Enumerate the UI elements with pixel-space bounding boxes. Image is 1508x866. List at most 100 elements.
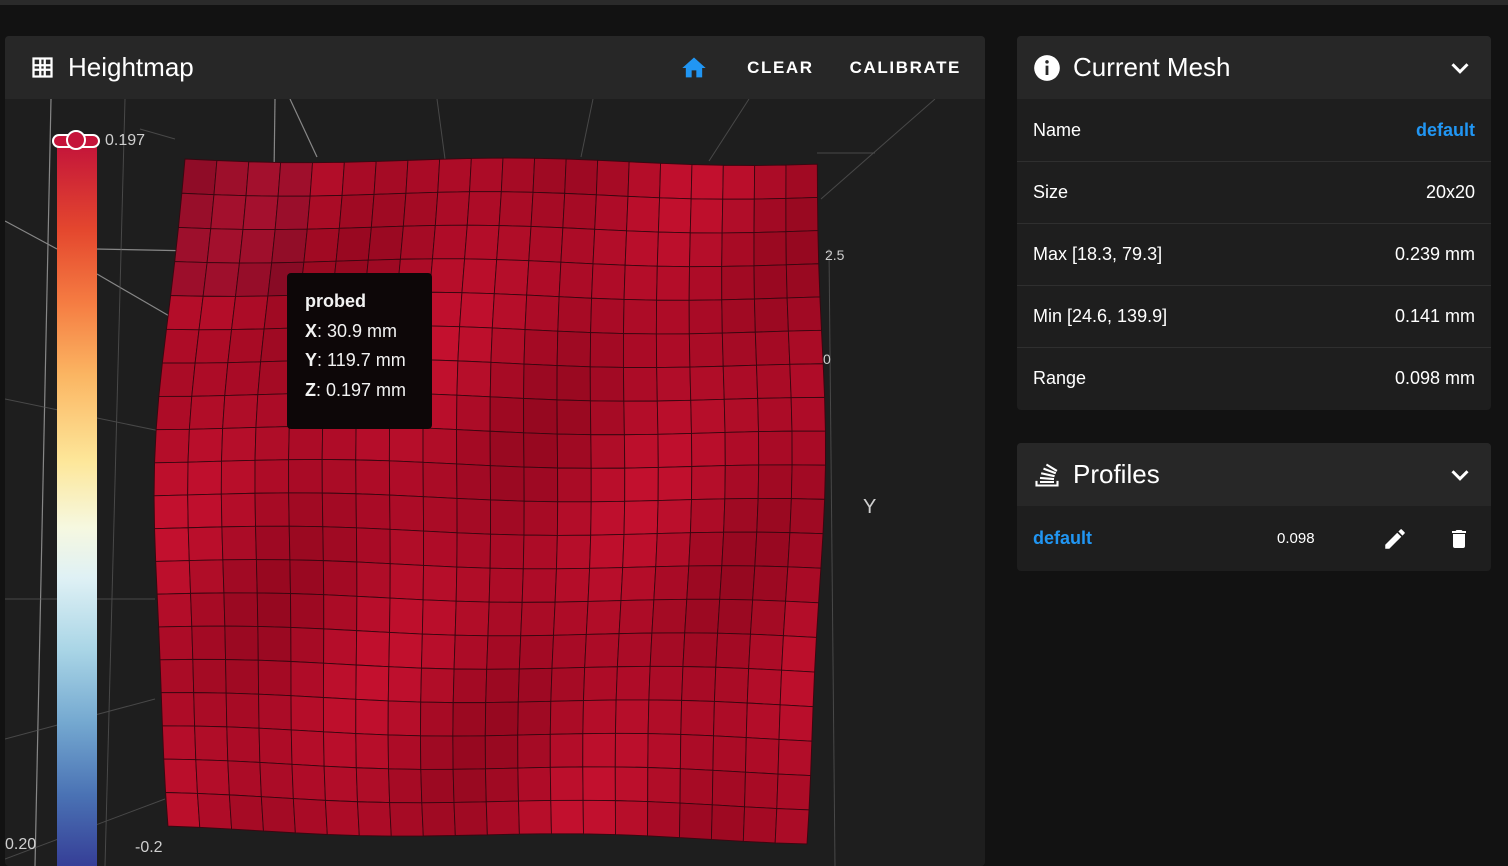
mesh-cell[interactable] bbox=[589, 400, 625, 436]
mesh-cell[interactable] bbox=[777, 738, 813, 777]
mesh-cell[interactable] bbox=[648, 665, 684, 701]
mesh-cell[interactable] bbox=[680, 699, 715, 737]
mesh-cell[interactable] bbox=[647, 801, 681, 838]
mesh-cell[interactable] bbox=[338, 193, 375, 229]
mesh-cell[interactable] bbox=[590, 434, 626, 469]
mesh-cell[interactable] bbox=[323, 731, 357, 769]
mesh-cell[interactable] bbox=[484, 701, 519, 737]
mesh-cell[interactable] bbox=[778, 704, 814, 742]
mesh-cell[interactable] bbox=[748, 633, 784, 671]
mesh-cell[interactable] bbox=[589, 366, 625, 402]
mesh-cell[interactable] bbox=[556, 534, 592, 570]
mesh-cell[interactable] bbox=[776, 773, 812, 811]
mesh-cell[interactable] bbox=[721, 198, 755, 234]
clear-button[interactable]: CLEAR bbox=[735, 50, 826, 86]
mesh-cell[interactable] bbox=[756, 497, 792, 534]
mesh-cell[interactable] bbox=[459, 292, 495, 329]
mesh-cell[interactable] bbox=[452, 702, 487, 737]
mesh-cell[interactable] bbox=[290, 593, 325, 630]
mesh-cell[interactable] bbox=[485, 767, 519, 803]
mesh-cell[interactable] bbox=[170, 261, 208, 297]
mesh-cell[interactable] bbox=[528, 225, 564, 263]
mesh-cell[interactable] bbox=[688, 332, 724, 368]
mesh-cell[interactable] bbox=[226, 726, 261, 763]
mesh-cell[interactable] bbox=[469, 157, 504, 193]
mesh-cell[interactable] bbox=[489, 430, 525, 468]
mesh-cell[interactable] bbox=[322, 697, 357, 735]
mesh-cell[interactable] bbox=[255, 559, 291, 594]
mesh-cell[interactable] bbox=[583, 666, 618, 701]
delete-profile-button[interactable] bbox=[1443, 523, 1475, 555]
mesh-cell[interactable] bbox=[456, 463, 492, 501]
color-scale-slider-thumb[interactable] bbox=[66, 130, 86, 150]
mesh-cell[interactable] bbox=[622, 367, 658, 402]
heightmap-plot[interactable]: 0.197 0.20 2.5 0 -0.2 Y probed X: 30.9 m… bbox=[5, 99, 985, 866]
mesh-cell[interactable] bbox=[290, 695, 324, 733]
mesh-cell[interactable] bbox=[420, 633, 456, 670]
mesh-cell[interactable] bbox=[177, 192, 215, 230]
mesh-cell[interactable] bbox=[691, 465, 726, 501]
mesh-cell[interactable] bbox=[256, 592, 292, 628]
mesh-cell[interactable] bbox=[789, 498, 826, 535]
mesh-cell[interactable] bbox=[757, 464, 793, 500]
mesh-cell[interactable] bbox=[356, 561, 391, 599]
mesh-cell[interactable] bbox=[399, 225, 436, 260]
mesh-cell[interactable] bbox=[647, 767, 681, 804]
mesh-cell[interactable] bbox=[195, 759, 230, 796]
mesh-cell[interactable] bbox=[222, 559, 258, 594]
mesh-cell[interactable] bbox=[422, 564, 458, 602]
mesh-cell[interactable] bbox=[457, 326, 493, 363]
mesh-cell[interactable] bbox=[689, 198, 724, 234]
mesh-cell[interactable] bbox=[655, 532, 691, 568]
mesh-cell[interactable] bbox=[785, 163, 818, 199]
mesh-cell[interactable] bbox=[155, 395, 193, 431]
mesh-cell[interactable] bbox=[402, 191, 439, 227]
mesh-cell[interactable] bbox=[289, 559, 325, 596]
mesh-cell[interactable] bbox=[724, 464, 760, 500]
mesh-cell[interactable] bbox=[712, 735, 747, 773]
mesh-cell[interactable] bbox=[758, 430, 793, 466]
mesh-cell[interactable] bbox=[688, 299, 723, 335]
mesh-cell[interactable] bbox=[193, 692, 228, 728]
mesh-cell[interactable] bbox=[389, 597, 424, 635]
mesh-cell[interactable] bbox=[335, 226, 372, 262]
mesh-cell[interactable] bbox=[589, 332, 624, 368]
mesh-cell[interactable] bbox=[387, 666, 422, 703]
mesh-cell[interactable] bbox=[355, 733, 389, 770]
mesh-cell[interactable] bbox=[160, 692, 196, 727]
mesh-cell[interactable] bbox=[355, 425, 390, 462]
mesh-cell[interactable] bbox=[517, 733, 551, 769]
mesh-cell[interactable] bbox=[679, 802, 713, 840]
mesh-cell[interactable] bbox=[484, 734, 519, 770]
mesh-cell[interactable] bbox=[488, 567, 524, 603]
mesh-cell[interactable] bbox=[550, 799, 584, 835]
mesh-cell[interactable] bbox=[721, 265, 755, 301]
mesh-cell[interactable] bbox=[549, 733, 584, 768]
mesh-cell[interactable] bbox=[291, 763, 326, 801]
mesh-cell[interactable] bbox=[194, 725, 229, 762]
mesh-cell[interactable] bbox=[290, 729, 325, 767]
mesh-cell[interactable] bbox=[656, 499, 692, 535]
mesh-cell[interactable] bbox=[656, 366, 692, 402]
mesh-cell[interactable] bbox=[220, 492, 256, 528]
mesh-cell[interactable] bbox=[434, 191, 471, 226]
mesh-surface[interactable] bbox=[153, 157, 826, 845]
mesh-cell[interactable] bbox=[153, 494, 189, 530]
mesh-cell[interactable] bbox=[682, 632, 719, 668]
mesh-cell[interactable] bbox=[785, 196, 819, 233]
mesh-cell[interactable] bbox=[659, 162, 693, 200]
mesh-cell[interactable] bbox=[582, 799, 616, 835]
mesh-cell[interactable] bbox=[556, 399, 592, 436]
mesh-cell[interactable] bbox=[782, 600, 820, 638]
mesh-cell[interactable] bbox=[187, 460, 222, 496]
profile-name-link[interactable]: default bbox=[1033, 528, 1092, 549]
mesh-cell[interactable] bbox=[679, 768, 714, 806]
mesh-cell[interactable] bbox=[258, 693, 292, 731]
mesh-cell[interactable] bbox=[657, 432, 693, 468]
mesh-cell[interactable] bbox=[526, 260, 562, 298]
mesh-cell[interactable] bbox=[225, 692, 260, 729]
mesh-cell[interactable] bbox=[558, 261, 594, 299]
mesh-cell[interactable] bbox=[690, 164, 724, 200]
mesh-cell[interactable] bbox=[493, 259, 530, 296]
mesh-cell[interactable] bbox=[323, 765, 358, 803]
